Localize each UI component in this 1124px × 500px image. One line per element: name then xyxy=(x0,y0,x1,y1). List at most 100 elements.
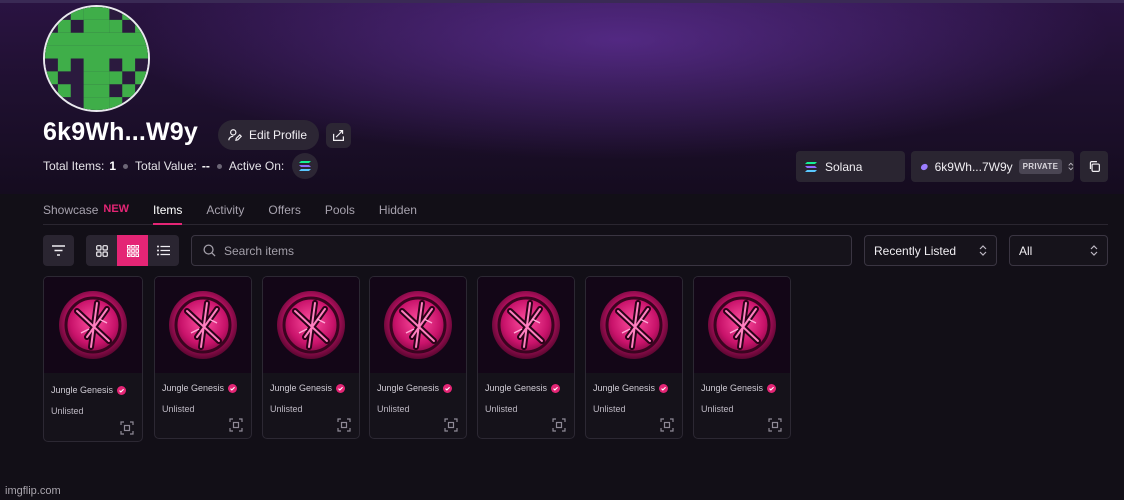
list-icon xyxy=(157,245,170,256)
separator-dot xyxy=(216,163,222,169)
item-card[interactable]: Jungle Genesis Unlisted xyxy=(693,276,791,439)
wallet-address: 6k9Wh...7W9y xyxy=(934,159,1013,174)
edit-profile-label: Edit Profile xyxy=(249,128,308,142)
wallet-select[interactable]: 6k9Wh...7W9y PRIVATE xyxy=(911,151,1074,182)
profile-name: 6k9Wh...W9y xyxy=(43,118,199,146)
search-icon xyxy=(203,244,216,257)
total-items-label: Total Items: xyxy=(43,159,105,173)
verified-badge-icon xyxy=(659,383,669,393)
total-value-value: -- xyxy=(201,159,210,173)
list-view-button[interactable] xyxy=(148,235,179,266)
tab-label: Pools xyxy=(324,203,355,217)
expand-icon[interactable] xyxy=(768,418,782,432)
listing-status: Unlisted xyxy=(593,404,626,414)
jungle-genesis-logo-icon xyxy=(384,291,452,359)
view-mode-toggle xyxy=(86,235,179,266)
small-grid-view-button[interactable] xyxy=(117,235,148,266)
solana-icon xyxy=(299,161,312,171)
tab-label: Offers xyxy=(268,203,301,217)
grid-small-icon xyxy=(126,244,139,257)
solana-chain-badge[interactable] xyxy=(292,153,319,179)
collection-name: Jungle Genesis xyxy=(51,385,127,395)
copy-icon xyxy=(1089,161,1100,172)
item-thumbnail[interactable] xyxy=(263,277,359,373)
item-thumbnail[interactable] xyxy=(370,277,466,373)
item-card[interactable]: Jungle Genesis Unlisted xyxy=(43,276,143,442)
expand-icon[interactable] xyxy=(552,418,566,432)
chevron-up-down-icon xyxy=(1090,245,1098,256)
item-card[interactable]: Jungle Genesis Unlisted xyxy=(585,276,683,439)
tab-label: Items xyxy=(153,203,183,217)
collection-name: Jungle Genesis xyxy=(270,383,346,393)
total-items-value: 1 xyxy=(109,159,117,173)
collection-name: Jungle Genesis xyxy=(162,383,238,393)
profile-page: 6k9Wh...W9y Edit Profile Total Items: 1 … xyxy=(0,0,1124,500)
expand-icon[interactable] xyxy=(660,418,674,432)
filter-icon xyxy=(52,245,65,256)
solana-icon xyxy=(805,161,817,172)
expand-icon[interactable] xyxy=(229,418,243,432)
share-icon xyxy=(333,130,344,141)
avatar[interactable] xyxy=(43,5,150,112)
tab-offers[interactable]: Offers xyxy=(268,198,300,224)
collection-label: Jungle Genesis xyxy=(377,383,440,393)
wallet-icon xyxy=(920,163,928,170)
jungle-genesis-logo-icon xyxy=(169,291,237,359)
listing-status: Unlisted xyxy=(270,404,303,414)
collection-label: Jungle Genesis xyxy=(593,383,656,393)
chain-select[interactable]: Solana xyxy=(796,151,905,182)
listing-status: Unlisted xyxy=(162,404,195,414)
verified-badge-icon xyxy=(228,383,238,393)
private-badge: PRIVATE xyxy=(1018,159,1063,174)
listing-status: Unlisted xyxy=(701,404,734,414)
edit-profile-button[interactable]: Edit Profile xyxy=(218,120,320,150)
item-thumbnail[interactable] xyxy=(694,277,790,373)
collection-label: Jungle Genesis xyxy=(485,383,548,393)
jungle-genesis-logo-icon xyxy=(492,291,560,359)
expand-icon[interactable] xyxy=(120,421,134,435)
status-filter-select[interactable]: All xyxy=(1009,235,1108,266)
tab-hidden[interactable]: Hidden xyxy=(379,198,417,224)
collection-label: Jungle Genesis xyxy=(270,383,333,393)
jungle-genesis-logo-icon xyxy=(59,291,127,359)
chevron-up-down-icon xyxy=(1068,162,1074,171)
item-thumbnail[interactable] xyxy=(44,277,142,373)
expand-icon[interactable] xyxy=(337,418,351,432)
listing-status: Unlisted xyxy=(485,404,518,414)
tab-showcase[interactable]: Showcase NEW xyxy=(43,198,129,224)
jungle-genesis-logo-icon xyxy=(600,291,668,359)
tab-label: Hidden xyxy=(378,203,417,217)
collection-label: Jungle Genesis xyxy=(51,385,114,395)
sort-select[interactable]: Recently Listed xyxy=(864,235,997,266)
verified-badge-icon xyxy=(117,385,127,395)
expand-icon[interactable] xyxy=(444,418,458,432)
grid-large-icon xyxy=(95,244,108,257)
item-card[interactable]: Jungle Genesis Unlisted xyxy=(477,276,575,439)
sort-select-value: Recently Listed xyxy=(874,243,957,258)
item-card[interactable]: Jungle Genesis Unlisted xyxy=(154,276,252,439)
collection-label: Jungle Genesis xyxy=(701,383,764,393)
copy-address-button[interactable] xyxy=(1080,151,1108,182)
item-thumbnail[interactable] xyxy=(586,277,682,373)
chain-select-label: Solana xyxy=(825,159,863,174)
avatar-pattern xyxy=(45,7,148,110)
jungle-genesis-logo-icon xyxy=(277,291,345,359)
total-value-label: Total Value: xyxy=(135,159,197,173)
profile-stats: Total Items: 1 Total Value: -- Active On… xyxy=(43,153,319,179)
collection-name: Jungle Genesis xyxy=(377,383,453,393)
tab-items[interactable]: Items xyxy=(153,198,183,225)
large-grid-view-button[interactable] xyxy=(86,235,117,266)
search-input[interactable] xyxy=(224,243,824,258)
item-thumbnail[interactable] xyxy=(155,277,251,373)
tab-pools[interactable]: Pools xyxy=(325,198,355,224)
verified-badge-icon xyxy=(551,383,561,393)
filter-toggle-button[interactable] xyxy=(43,235,74,266)
tab-activity[interactable]: Activity xyxy=(206,198,244,224)
item-thumbnail[interactable] xyxy=(478,277,574,373)
new-badge: NEW xyxy=(103,203,130,215)
verified-badge-icon xyxy=(767,383,777,393)
item-card[interactable]: Jungle Genesis Unlisted xyxy=(369,276,467,439)
share-button[interactable] xyxy=(326,123,351,148)
verified-badge-icon xyxy=(336,383,346,393)
item-card[interactable]: Jungle Genesis Unlisted xyxy=(262,276,360,439)
